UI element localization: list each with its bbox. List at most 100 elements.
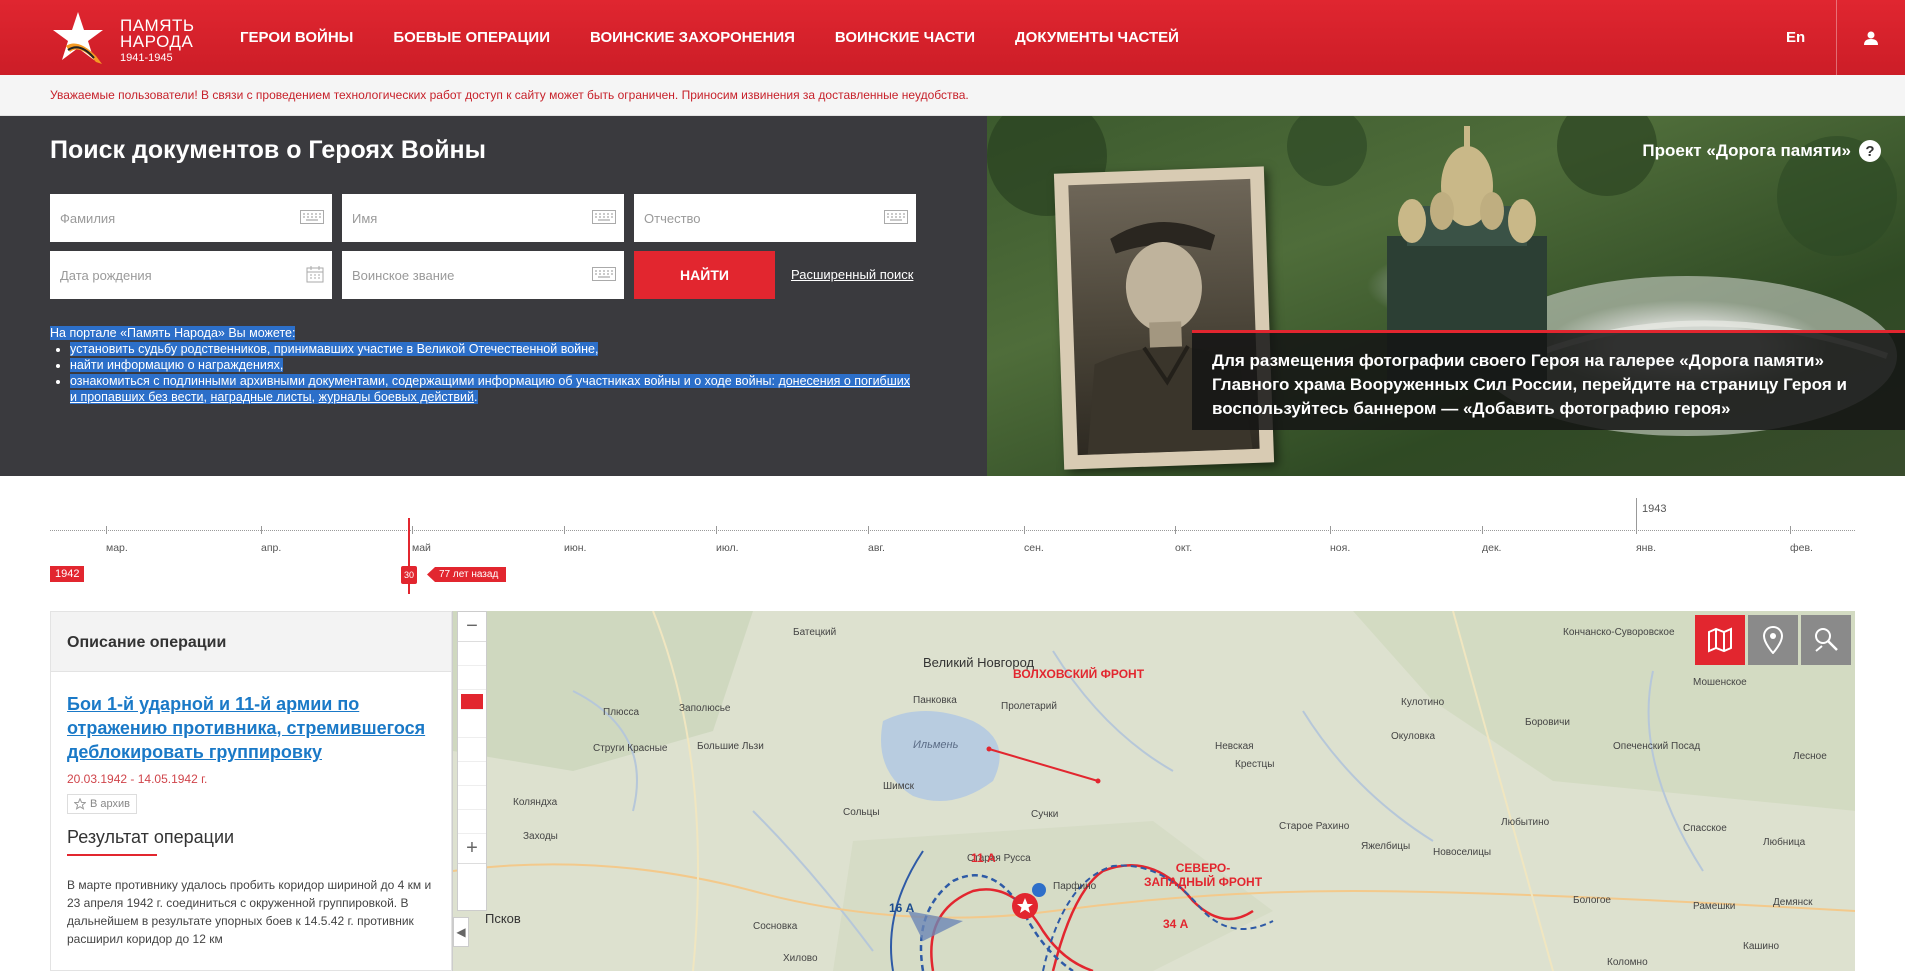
city-label[interactable]: Любытино [1501, 817, 1549, 828]
city-label[interactable]: Лесное [1793, 751, 1827, 762]
month-label[interactable]: июл. [716, 542, 739, 554]
city-label[interactable]: Кашино [1743, 941, 1779, 952]
city-label[interactable]: Шимск [883, 781, 914, 792]
city-label[interactable]: Коломно [1607, 957, 1648, 968]
city-label[interactable]: Струги Красные [593, 743, 667, 754]
advanced-search-link[interactable]: Расширенный поиск [791, 267, 913, 282]
month-label[interactable]: июн. [564, 542, 586, 554]
nav-unit-documents[interactable]: ДОКУМЕНТЫ ЧАСТЕЙ [1015, 29, 1179, 46]
city-label[interactable]: Плюсса [603, 707, 639, 718]
map-terrain [453, 611, 1855, 971]
month-label[interactable]: янв. [1636, 542, 1656, 554]
zoom-level[interactable] [458, 642, 486, 666]
city-label[interactable]: Яжелбицы [1361, 841, 1410, 852]
zoom-level[interactable] [458, 666, 486, 690]
zoom-level[interactable] [458, 738, 486, 762]
zoom-level[interactable] [458, 762, 486, 786]
map-zoom-control: − + [457, 611, 487, 911]
birth-date-input[interactable] [50, 251, 332, 299]
operation-map[interactable]: − + ◀ Батецкий Великий Новгород Панковка… [452, 611, 1855, 971]
language-switch[interactable]: En [1786, 29, 1805, 46]
city-label[interactable]: Мошенское [1693, 677, 1747, 688]
user-account-button[interactable] [1836, 0, 1905, 75]
map-search-location-button[interactable] [1801, 615, 1851, 665]
zoom-level-current[interactable] [461, 694, 483, 710]
city-label[interactable]: Коляндха [513, 797, 557, 808]
month-label[interactable]: дек. [1482, 542, 1501, 554]
month-label[interactable]: май [412, 542, 431, 554]
keyboard-icon[interactable] [592, 210, 616, 224]
info-intro: На портале «Память Народа» Вы можете: [50, 326, 296, 340]
city-label[interactable]: Панковка [913, 695, 957, 706]
city-label[interactable]: Боровичи [1525, 717, 1570, 728]
city-label[interactable]: Демянск [1773, 897, 1813, 908]
month-label[interactable]: фев. [1790, 542, 1813, 554]
zoom-level[interactable] [458, 714, 486, 738]
city-label[interactable]: Сучки [1031, 809, 1058, 820]
army-label[interactable]: 16 А [889, 901, 914, 915]
surname-input[interactable] [50, 194, 332, 242]
front-label-northwest[interactable]: СЕВЕРО-ЗАПАДНЫЙ ФРОНТ [1143, 861, 1263, 889]
nav-burials[interactable]: ВОИНСКИЕ ЗАХОРОНЕНИЯ [590, 29, 795, 46]
city-label[interactable]: Сольцы [843, 807, 880, 818]
zoom-level[interactable] [458, 810, 486, 834]
city-label[interactable]: Большие Льзи [697, 741, 764, 752]
cursor-day-badge[interactable]: 30 [401, 566, 417, 584]
link-award-sheets[interactable]: наградные листы [211, 390, 312, 404]
city-label[interactable]: Заходы [523, 831, 558, 842]
month-label[interactable]: авг. [868, 542, 885, 554]
calendar-icon[interactable] [306, 265, 324, 283]
city-label[interactable]: Любница [1763, 837, 1805, 848]
city-label[interactable]: Бологое [1573, 895, 1611, 906]
month-label[interactable]: мар. [106, 542, 128, 554]
operation-title-link[interactable]: Бои 1-й ударной и 11-й армии по отражени… [67, 692, 435, 764]
keyboard-icon[interactable] [884, 210, 908, 224]
city-label[interactable]: Сосновка [753, 921, 797, 932]
city-label[interactable]: Парфино [1053, 881, 1096, 892]
nav-operations[interactable]: БОЕВЫЕ ОПЕРАЦИИ [393, 29, 550, 46]
find-button[interactable]: НАЙТИ [634, 251, 775, 299]
nav-heroes[interactable]: ГЕРОИ ВОЙНЫ [240, 29, 353, 46]
collapse-panel-button[interactable]: ◀ [453, 917, 469, 947]
city-label[interactable]: Старое Рахино [1279, 821, 1349, 832]
city-label[interactable]: Хилово [783, 953, 818, 964]
operation-timeline[interactable]: 1943 мар. апр. май июн. июл. авг. сен. о… [50, 498, 1855, 598]
month-label[interactable]: апр. [261, 542, 281, 554]
city-label[interactable]: Рамешки [1693, 901, 1735, 912]
city-label[interactable]: Опеченский Посад [1613, 741, 1700, 752]
city-label[interactable]: Кончанско-Суворовское [1563, 627, 1675, 638]
city-label[interactable]: Пролетарий [1001, 701, 1057, 712]
city-label[interactable]: Спасское [1683, 823, 1727, 834]
army-label[interactable]: 34 А [1163, 917, 1188, 931]
map-pin-button[interactable] [1748, 615, 1798, 665]
month-label[interactable]: сен. [1024, 542, 1044, 554]
name-input[interactable] [342, 194, 624, 242]
rank-input[interactable] [342, 251, 624, 299]
map-layer-button[interactable] [1695, 615, 1745, 665]
front-label-volkhov[interactable]: ВОЛХОВСКИЙ ФРОНТ [1013, 667, 1144, 681]
month-label[interactable]: окт. [1175, 542, 1192, 554]
help-icon[interactable]: ? [1859, 140, 1881, 162]
nav-units[interactable]: ВОИНСКИЕ ЧАСТИ [835, 29, 975, 46]
city-label[interactable]: Невская [1215, 741, 1254, 752]
city-label[interactable]: Кулотино [1401, 697, 1444, 708]
city-label[interactable]: Новоселицы [1433, 847, 1491, 858]
site-logo[interactable]: ПАМЯТЬ НАРОДА 1941-1945 [50, 10, 200, 66]
month-label[interactable]: ноя. [1330, 542, 1350, 554]
zoom-in-button[interactable]: + [458, 834, 486, 864]
link-combat-logs[interactable]: журналы боевых действий [319, 390, 474, 404]
city-label[interactable]: Заполюсье [679, 703, 730, 714]
city-label[interactable]: Окуловка [1391, 731, 1435, 742]
zoom-level[interactable] [458, 786, 486, 810]
add-to-archive-button[interactable]: В архив [67, 794, 137, 814]
city-label[interactable]: Батецкий [793, 627, 836, 638]
road-of-memory-banner[interactable]: Проект «Дорога памяти» ? Для размещения … [987, 116, 1905, 476]
city-label[interactable]: Псков [485, 911, 521, 926]
patronymic-input[interactable] [634, 194, 916, 242]
map-toolbar [1692, 615, 1851, 665]
army-label[interactable]: 11 А [971, 851, 996, 865]
city-label[interactable]: Крестцы [1235, 759, 1274, 770]
keyboard-icon[interactable] [592, 267, 616, 281]
zoom-out-button[interactable]: − [458, 612, 486, 642]
keyboard-icon[interactable] [300, 210, 324, 224]
